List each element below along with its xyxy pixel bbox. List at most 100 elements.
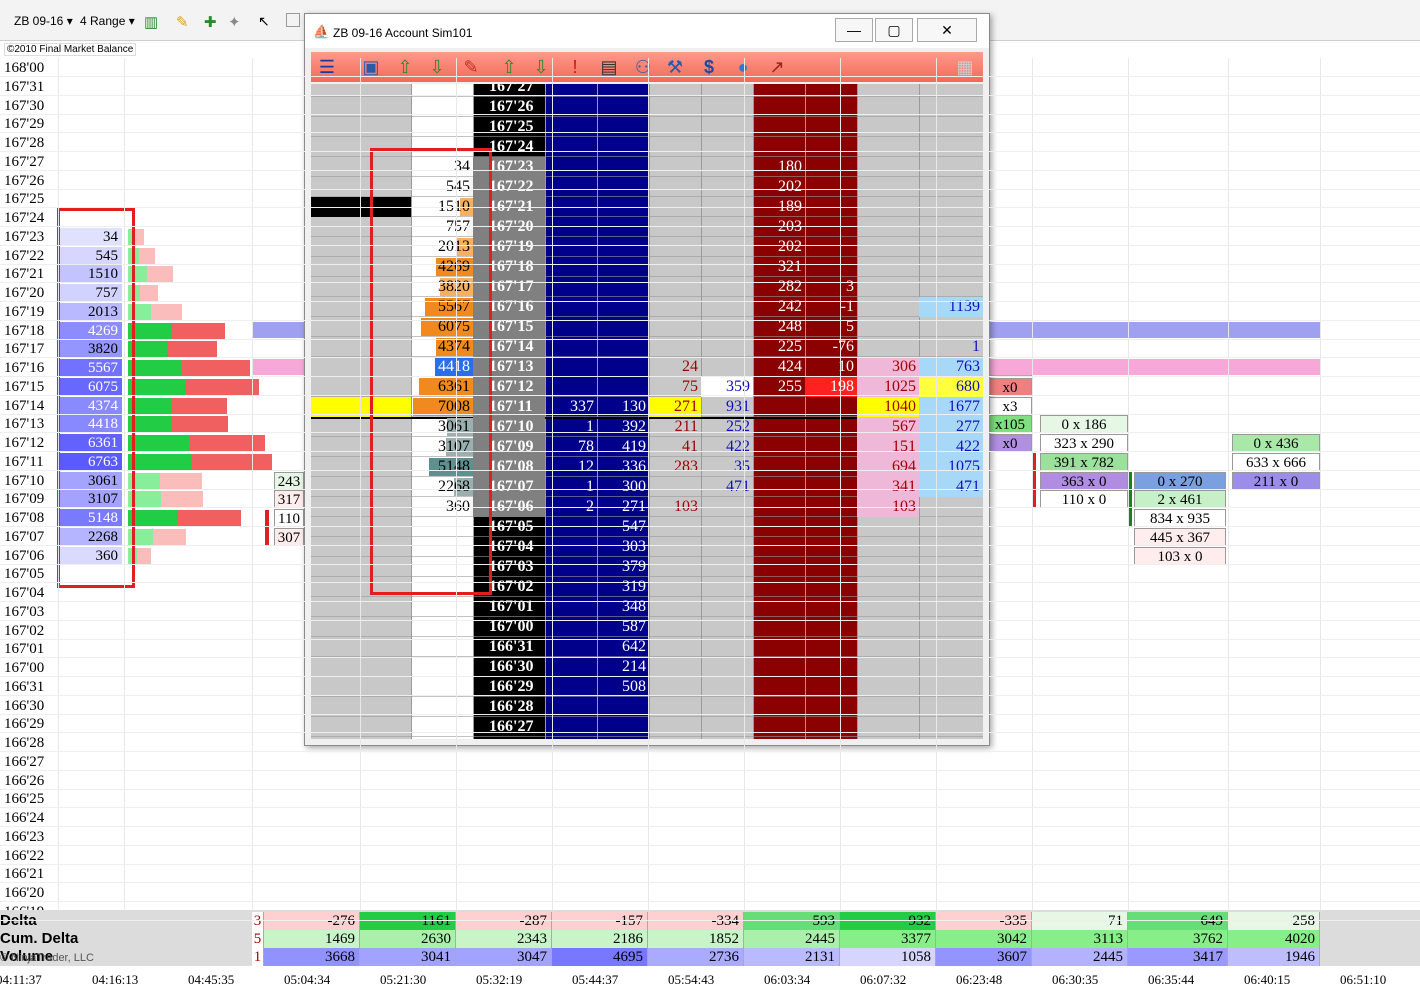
footprint-cell: 445 x 367 xyxy=(1134,528,1226,546)
ladder-price[interactable]: 166'29 xyxy=(473,677,545,697)
price-label: 167'26 xyxy=(4,173,45,189)
grid-line-v xyxy=(58,58,59,910)
price-label: 167'16 xyxy=(4,360,45,376)
bid-size[interactable]: 508 xyxy=(597,677,649,697)
footprint-cell: x0 xyxy=(988,434,1032,452)
instrument-selector[interactable]: ZB 09-16 ▾ xyxy=(14,14,73,28)
price-label: 166'24 xyxy=(4,810,45,826)
price-label: 166'21 xyxy=(4,866,45,882)
price-label: 167'19 xyxy=(4,304,45,320)
bid-size[interactable]: 300 xyxy=(597,477,649,497)
ask-size[interactable]: 180 xyxy=(753,157,805,177)
bid-volume-session: 1139 xyxy=(919,297,983,317)
ask-change: -76 xyxy=(832,338,854,355)
ladder-price[interactable]: 167'25 xyxy=(473,117,545,137)
stat-label-cum_delta: Cum. Delta xyxy=(0,930,79,947)
dom-toolbar: ☰ ▣ ⇧ ⇩ ✎ ⇧ ⇩ ! ▤ ⚇ ⚒ $ ● ↗ ▦ xyxy=(311,52,983,82)
pencil-icon[interactable]: ✎ xyxy=(176,13,192,31)
price-label: 167'07 xyxy=(4,529,45,545)
ask-size[interactable]: 321 xyxy=(753,257,805,277)
time-label: 05:04:34 xyxy=(284,972,331,987)
grid-line-h xyxy=(0,882,1420,883)
bar-marker xyxy=(265,510,269,546)
bid-size[interactable]: 379 xyxy=(597,557,649,577)
bid-size[interactable]: 319 xyxy=(597,577,649,597)
sell-volume-bar xyxy=(189,435,265,451)
bid-volume-session: 680 xyxy=(919,377,983,397)
time-label: 06:35:44 xyxy=(1148,972,1195,987)
ask-size[interactable]: 202 xyxy=(753,237,805,257)
sell-volume-bar xyxy=(151,304,182,320)
bid-size[interactable]: 348 xyxy=(597,597,649,617)
grid-line-h xyxy=(0,245,1420,246)
ladder-price[interactable]: 166'31 xyxy=(473,637,545,657)
sell-volume-bar xyxy=(172,398,227,414)
maximize-button[interactable]: ▢ xyxy=(875,18,913,42)
grid-line-h xyxy=(0,489,1420,490)
ladder-price[interactable]: 166'30 xyxy=(473,657,545,677)
grid-line-h xyxy=(0,470,1420,471)
stat-cell-delta: -334 xyxy=(648,912,744,930)
stat-cell-volume: 3047 xyxy=(456,948,552,966)
bid-size[interactable]: 336 xyxy=(597,457,649,477)
cursor-icon[interactable]: ↖ xyxy=(258,13,274,29)
add-indicator-icon[interactable]: ✚ xyxy=(204,13,220,31)
bid-size[interactable]: 214 xyxy=(597,657,649,677)
ask-size[interactable]: 225 xyxy=(753,337,805,357)
interval-selector[interactable]: 4 Range ▾ xyxy=(80,14,135,28)
stat-label-delta: Delta xyxy=(0,912,37,929)
sell-volume-bar xyxy=(153,529,186,545)
sell-volume-bar xyxy=(134,229,144,245)
bid-size[interactable]: 392 xyxy=(597,417,649,437)
bid-size[interactable]: 642 xyxy=(597,637,649,657)
ask-size[interactable]: 242 xyxy=(753,297,805,317)
bar-style-icon[interactable]: ▥ xyxy=(144,13,160,31)
grid-line-h xyxy=(0,376,1420,377)
stat-cell-volume: 1946 xyxy=(1228,948,1320,966)
ladder-row-line xyxy=(311,136,983,137)
ask-volume-session: 306 xyxy=(857,357,919,377)
stat-cell-volume: 3417 xyxy=(1128,948,1228,966)
strategy-icon[interactable]: ✦ xyxy=(228,13,244,31)
price-label: 167'09 xyxy=(4,491,45,507)
footprint-cell: 103 x 0 xyxy=(1134,547,1226,565)
time-label: 06:40:15 xyxy=(1244,972,1291,987)
dom-titlebar[interactable]: ⛵ ZB 09-16 Account Sim101 — ▢ ✕ xyxy=(305,14,989,48)
buy-volume-bar xyxy=(128,435,189,451)
minimize-button[interactable]: — xyxy=(835,18,873,42)
grid-line-h xyxy=(0,826,1420,827)
grid-line-h xyxy=(0,732,1420,733)
grid-line-h xyxy=(0,751,1420,752)
ladder-price[interactable]: 166'27 xyxy=(473,717,545,737)
time-label: 05:44:37 xyxy=(572,972,619,987)
bid-volume-session: 763 xyxy=(919,357,983,377)
ask-size[interactable]: 282 xyxy=(753,277,805,297)
footprint-cell: 391 x 782 xyxy=(1040,453,1128,471)
stat-cell-delta: -276 xyxy=(264,912,360,930)
close-icon: ✕ xyxy=(941,22,953,38)
grid-line-h xyxy=(0,414,1420,415)
price-label: 166'27 xyxy=(4,754,45,770)
bid-size[interactable]: 419 xyxy=(597,437,649,457)
grid-line-h xyxy=(0,526,1420,527)
grid-line-h xyxy=(0,545,1420,546)
sell-volume-bar xyxy=(171,323,225,339)
grid-line-h xyxy=(0,864,1420,865)
ladder-row-line xyxy=(311,96,983,97)
ask-size[interactable]: 255 xyxy=(753,377,805,397)
grid-line-h xyxy=(0,676,1420,677)
ask-size[interactable]: 424 xyxy=(753,357,805,377)
ladder-price[interactable]: 167'01 xyxy=(473,597,545,617)
stat-cell-cum-delta: 3042 xyxy=(936,930,1032,948)
ask-size[interactable]: 203 xyxy=(753,217,805,237)
ask-size[interactable]: 202 xyxy=(753,177,805,197)
grid-line-h xyxy=(0,807,1420,808)
bid-size[interactable]: 303 xyxy=(597,537,649,557)
footprint-cell: 2 x 461 xyxy=(1134,490,1226,508)
price-label: 167'03 xyxy=(4,604,45,620)
zoom-icon[interactable] xyxy=(286,13,300,27)
ask-volume-session: 151 xyxy=(857,437,919,457)
bid-size[interactable]: 547 xyxy=(597,517,649,537)
bought-volume: 471 xyxy=(726,478,750,495)
close-button[interactable]: ✕ xyxy=(917,18,977,42)
